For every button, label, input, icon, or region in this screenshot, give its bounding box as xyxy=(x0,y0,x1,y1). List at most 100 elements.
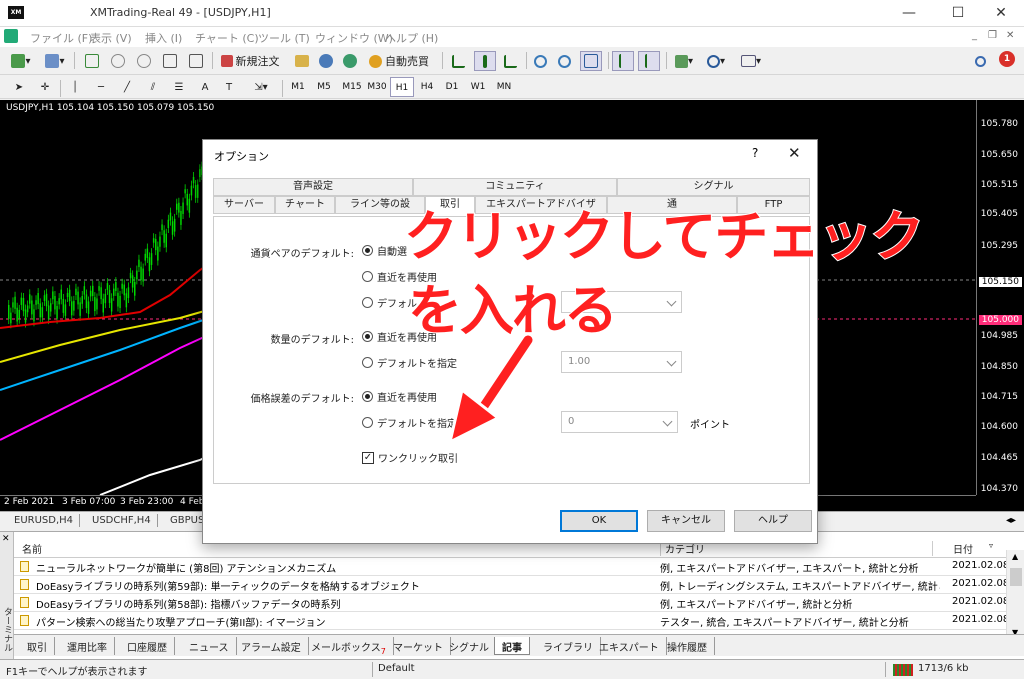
scroll-thumb[interactable] xyxy=(1010,568,1022,586)
cancel-button[interactable]: キャンセル xyxy=(647,510,725,532)
fibonacci-icon[interactable]: ☰ xyxy=(170,77,188,97)
channel-icon[interactable]: ⫽ xyxy=(144,77,162,97)
zoom-in-icon[interactable] xyxy=(530,51,550,71)
line-chart-icon[interactable] xyxy=(500,51,520,71)
timeframe-m15[interactable]: M15 xyxy=(338,77,366,97)
timeframe-d1[interactable]: D1 xyxy=(440,77,464,97)
article-row[interactable]: DoEasyライブラリの時系列(第58部): 指標バッファデータの時系列 例, … xyxy=(14,594,1009,612)
crosshair-icon[interactable]: ✛ xyxy=(36,77,54,97)
new-order-button[interactable]: 新規注文 xyxy=(218,51,282,71)
metaeditor-icon[interactable] xyxy=(292,51,312,71)
profiles-icon[interactable]: ▾ xyxy=(42,51,68,71)
timeframe-h1[interactable]: H1 xyxy=(390,77,414,97)
column-name[interactable]: 名前 xyxy=(22,541,42,556)
deviation-last-radio[interactable]: 直近を再使用 xyxy=(362,389,437,404)
maximize-button[interactable]: ☐ xyxy=(935,0,981,27)
tab-mailbox-label: メールボックス xyxy=(311,643,381,654)
tab-articles[interactable]: 記事 xyxy=(494,637,530,655)
templates-icon[interactable]: ▾ xyxy=(736,51,766,71)
mdi-minimize-icon[interactable]: _ xyxy=(972,30,977,41)
trendline-icon[interactable]: ╱ xyxy=(118,77,136,97)
auto-scroll-icon[interactable] xyxy=(612,51,634,71)
indicators-icon[interactable]: ▾ xyxy=(670,51,698,71)
terminal-icon[interactable] xyxy=(160,51,180,71)
timeframe-m1[interactable]: M1 xyxy=(286,77,310,97)
menu-view[interactable]: 表示 (V) xyxy=(90,30,132,46)
price-tick: 104.600 xyxy=(980,422,1018,432)
data-window-icon[interactable] xyxy=(108,51,128,71)
notifications-icon[interactable]: 1 xyxy=(996,49,1018,69)
horizontal-line-icon[interactable]: ─ xyxy=(92,77,110,97)
community-icon[interactable] xyxy=(316,51,336,71)
auto-trading-button[interactable]: 自動売買 xyxy=(364,51,434,71)
terminal-scrollbar[interactable]: ▲ ▼ xyxy=(1006,550,1024,642)
minimize-button[interactable]: — xyxy=(886,0,932,27)
tab-news[interactable]: ニュース xyxy=(182,637,237,655)
dialog-help-icon[interactable]: ? xyxy=(752,146,758,160)
deviation-select[interactable]: 0 xyxy=(561,411,678,433)
text-label-icon[interactable]: T xyxy=(220,77,238,97)
navigator-icon[interactable] xyxy=(134,51,154,71)
tab-exposure[interactable]: 運用比率 xyxy=(60,637,115,655)
menu-chart[interactable]: チャート (C) xyxy=(195,30,259,46)
price-tick: 104.850 xyxy=(980,362,1018,372)
article-row[interactable]: DoEasyライブラリの時系列(第59部): 単一ティックのデータを格納するオブ… xyxy=(14,576,1009,594)
cursor-icon[interactable]: ➤ xyxy=(10,77,28,97)
tester-icon[interactable] xyxy=(186,51,206,71)
chart-shift-icon[interactable] xyxy=(638,51,660,71)
article-icon xyxy=(20,561,29,572)
dialog-close-icon[interactable]: ✕ xyxy=(788,144,801,162)
menu-window[interactable]: ウィンドウ (W) xyxy=(315,30,393,46)
candlestick-icon[interactable] xyxy=(474,51,496,71)
symbol-auto-radio[interactable]: 自動選 xyxy=(362,243,407,258)
mdi-close-icon[interactable]: ✕ xyxy=(1006,30,1014,41)
text-icon[interactable]: A xyxy=(196,77,214,97)
mdi-restore-icon[interactable]: ❐ xyxy=(988,30,997,41)
tab-experts[interactable]: エキスパート xyxy=(592,637,667,655)
timeframe-h4[interactable]: H4 xyxy=(415,77,439,97)
arrows-icon[interactable]: ⇲▾ xyxy=(246,77,276,97)
signals-icon[interactable] xyxy=(340,51,360,71)
timeframe-m30[interactable]: M30 xyxy=(364,77,390,97)
search-icon[interactable] xyxy=(970,51,990,71)
menu-tools[interactable]: ツール (T) xyxy=(258,30,310,46)
price-tick: 104.465 xyxy=(980,453,1018,463)
tab-signals[interactable]: シグナル xyxy=(442,637,497,655)
terminal-close-icon[interactable]: ✕ xyxy=(2,534,10,544)
timeframe-mn[interactable]: MN xyxy=(492,77,516,97)
vertical-line-icon[interactable]: │ xyxy=(66,77,84,97)
new-chart-icon[interactable]: ▾ xyxy=(8,51,34,71)
periods-icon[interactable]: ▾ xyxy=(702,51,730,71)
timeframe-w1[interactable]: W1 xyxy=(466,77,490,97)
close-window-button[interactable]: ✕ xyxy=(978,0,1024,27)
tab-journal[interactable]: 操作履歴 xyxy=(660,637,715,655)
menu-help[interactable]: ヘルプ (H) xyxy=(385,30,438,46)
article-row[interactable]: ニューラルネットワークが簡単に (第8回) アテンションメカニズム 例, エキス… xyxy=(14,558,1009,576)
help-button[interactable]: ヘルプ xyxy=(734,510,812,532)
column-date[interactable]: 日付 xyxy=(932,541,973,556)
ok-button[interactable]: OK xyxy=(560,510,638,532)
volume-select[interactable]: 1.00 xyxy=(561,351,682,373)
bar-chart-icon[interactable] xyxy=(448,51,468,71)
menu-file[interactable]: ファイル (F) xyxy=(30,30,92,46)
tab-sound[interactable]: 音声設定 xyxy=(213,178,413,196)
one-click-trading-checkbox[interactable]: ✓ ワンクリック取引 xyxy=(362,450,458,465)
tab-alerts[interactable]: アラーム設定 xyxy=(234,637,309,655)
tab-history[interactable]: 口座履歴 xyxy=(120,637,175,655)
market-watch-icon[interactable] xyxy=(82,51,102,71)
chart-tab[interactable]: EURUSD,H4 xyxy=(8,514,81,527)
chart-window-icon xyxy=(4,29,18,43)
tab-charts[interactable]: チャート xyxy=(275,196,335,214)
menu-insert[interactable]: 挿入 (I) xyxy=(145,30,182,46)
scroll-up-icon[interactable]: ▲ xyxy=(1012,552,1018,561)
tab-server[interactable]: サーバー xyxy=(213,196,275,214)
tab-mailbox[interactable]: メールボックス7 xyxy=(304,637,394,656)
article-row[interactable]: パターン検索への総当たり攻撃アプローチ(第II部): イマージョン テスター, … xyxy=(14,612,1009,630)
connection-bars-icon xyxy=(893,664,913,676)
tabs-scroll-icon[interactable]: ◂▸ xyxy=(1006,515,1016,526)
zoom-out-icon[interactable] xyxy=(554,51,574,71)
chart-tab[interactable]: USDCHF,H4 xyxy=(86,514,158,527)
timeframe-m5[interactable]: M5 xyxy=(312,77,336,97)
tab-trade[interactable]: 取引 xyxy=(20,637,55,655)
tile-windows-icon[interactable] xyxy=(580,51,602,71)
